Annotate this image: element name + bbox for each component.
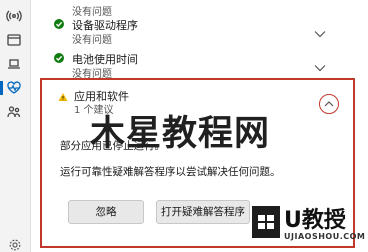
logo-url: UJIAOSHOU.COM (284, 232, 366, 241)
watermark-text: 木星教程网 (90, 114, 271, 154)
open-troubleshooter-button[interactable]: 打开疑难解答程序 (156, 200, 250, 224)
broadcast-icon[interactable] (6, 8, 22, 24)
logo-text: U教授 (284, 208, 346, 233)
chevron-down-icon[interactable] (314, 64, 326, 72)
warning-icon (58, 92, 68, 102)
settings-gear-icon[interactable] (8, 238, 22, 252)
check-icon (54, 19, 64, 29)
check-icon (54, 53, 64, 63)
collapse-button[interactable] (319, 94, 339, 114)
chevron-down-icon[interactable] (314, 30, 326, 38)
chevron-up-icon (324, 101, 334, 107)
item-status: 没有问题 (72, 7, 112, 18)
sidebar (0, 0, 31, 252)
item-status: 没有问题 (72, 35, 112, 46)
windows-logo-icon (252, 206, 280, 238)
health-heart-icon[interactable] (0, 80, 22, 96)
laptop-icon[interactable] (6, 56, 22, 72)
ignore-button[interactable]: 忽略 (68, 200, 144, 224)
browser-window-icon[interactable] (6, 32, 22, 48)
family-icon[interactable] (6, 104, 22, 120)
panel-instruction: 运行可靠性疑难解答程序以尝试解决任何问题。 (60, 166, 281, 178)
site-logo: U教授 UJIAOSHOU.COM (252, 200, 368, 252)
